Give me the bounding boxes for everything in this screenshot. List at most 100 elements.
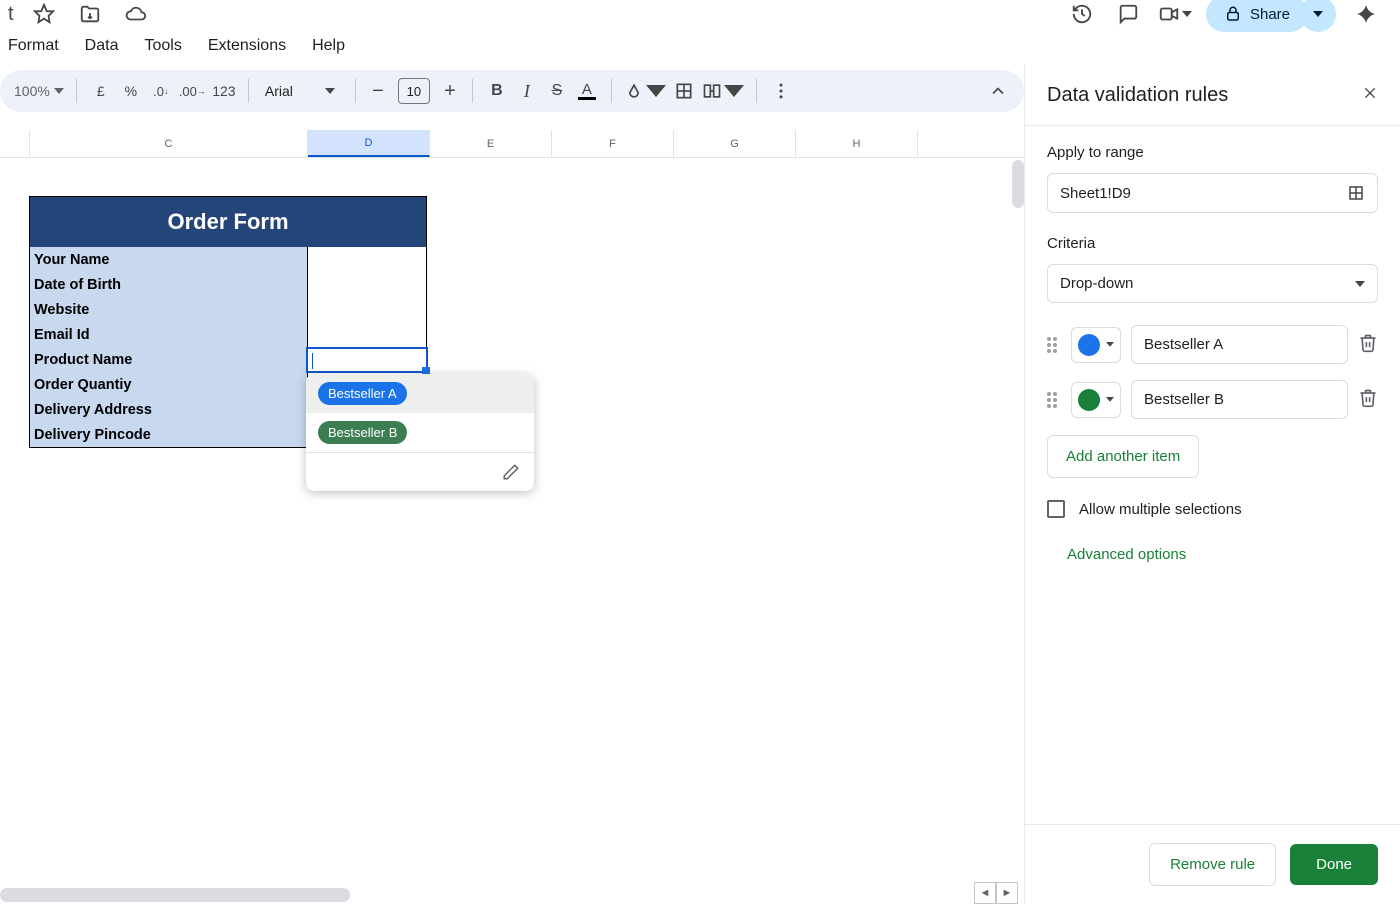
validation-item-row: Bestseller A bbox=[1047, 325, 1378, 364]
chip-bestseller-b: Bestseller B bbox=[318, 421, 407, 444]
checkbox-icon bbox=[1047, 500, 1065, 518]
col-header-e[interactable]: E bbox=[430, 130, 552, 157]
chevron-down-icon bbox=[1355, 281, 1365, 287]
active-cell-d9[interactable] bbox=[306, 347, 428, 373]
criteria-dropdown[interactable]: Drop-down bbox=[1047, 264, 1378, 303]
done-button[interactable]: Done bbox=[1290, 844, 1378, 885]
grid-select-icon bbox=[1347, 184, 1365, 202]
italic-button[interactable]: I bbox=[515, 77, 539, 105]
delete-item-button[interactable] bbox=[1358, 388, 1378, 411]
advanced-options-toggle[interactable]: Advanced options bbox=[1047, 546, 1378, 563]
color-swatch bbox=[1078, 334, 1100, 356]
star-icon[interactable] bbox=[28, 0, 60, 30]
share-dropdown-button[interactable] bbox=[1300, 0, 1336, 32]
menu-data[interactable]: Data bbox=[83, 33, 121, 59]
merge-cells-button[interactable] bbox=[702, 77, 744, 105]
borders-button[interactable] bbox=[672, 77, 696, 105]
move-folder-icon[interactable] bbox=[74, 0, 106, 30]
doc-title-fragment: t bbox=[8, 3, 14, 26]
font-family-dropdown[interactable]: Arial bbox=[261, 83, 335, 99]
form-label: Product Name bbox=[30, 347, 308, 372]
apply-range-label: Apply to range bbox=[1047, 144, 1378, 161]
form-label: Delivery Pincode bbox=[30, 422, 308, 447]
form-label: Your Name bbox=[30, 247, 308, 272]
validation-item-row: Bestseller B bbox=[1047, 380, 1378, 419]
dropdown-option[interactable]: Bestseller B bbox=[306, 413, 534, 452]
bold-button[interactable]: B bbox=[485, 77, 509, 105]
dropdown-edit-button[interactable] bbox=[306, 452, 534, 491]
close-icon bbox=[1362, 85, 1378, 101]
font-size-input[interactable]: 10 bbox=[398, 78, 430, 104]
col-header-g[interactable]: G bbox=[674, 130, 796, 157]
col-header-f[interactable]: F bbox=[552, 130, 674, 157]
dropdown-popup: Bestseller A Bestseller B bbox=[306, 374, 534, 491]
zoom-dropdown[interactable]: 100% bbox=[14, 83, 64, 99]
panel-title: Data validation rules bbox=[1047, 84, 1228, 107]
form-label: Website bbox=[30, 297, 308, 322]
item-name-input[interactable]: Bestseller A bbox=[1131, 325, 1348, 364]
cloud-status-icon[interactable] bbox=[120, 0, 152, 30]
decrease-font-size[interactable]: − bbox=[368, 80, 388, 103]
col-header-d[interactable]: D bbox=[308, 130, 430, 157]
chip-bestseller-a: Bestseller A bbox=[318, 382, 407, 405]
add-another-item-button[interactable]: Add another item bbox=[1047, 435, 1199, 478]
drag-handle[interactable] bbox=[1047, 392, 1061, 408]
horizontal-scrollbar[interactable] bbox=[0, 888, 350, 902]
form-label: Delivery Address bbox=[30, 397, 308, 422]
collapse-toolbar-button[interactable] bbox=[986, 77, 1010, 105]
spreadsheet-area[interactable]: C D E F G H Order Form Your Name Date of… bbox=[0, 118, 1024, 906]
drag-handle[interactable] bbox=[1047, 337, 1061, 353]
increase-font-size[interactable]: + bbox=[440, 80, 460, 103]
allow-multiple-label: Allow multiple selections bbox=[1079, 501, 1242, 518]
color-swatch bbox=[1078, 389, 1100, 411]
dropdown-option[interactable]: Bestseller A bbox=[306, 374, 534, 413]
col-header-c[interactable]: C bbox=[30, 130, 308, 157]
menu-extensions[interactable]: Extensions bbox=[206, 33, 288, 59]
sheet-nav: ◄ ► bbox=[974, 882, 1018, 904]
range-value: Sheet1!D9 bbox=[1060, 185, 1131, 202]
form-label: Order Quantiy bbox=[30, 372, 308, 397]
share-label: Share bbox=[1250, 6, 1290, 23]
vertical-scrollbar[interactable] bbox=[1012, 160, 1024, 208]
item-color-picker[interactable] bbox=[1071, 327, 1121, 363]
remove-rule-button[interactable]: Remove rule bbox=[1149, 843, 1276, 886]
col-header-h[interactable]: H bbox=[796, 130, 918, 157]
trash-icon bbox=[1358, 388, 1378, 408]
item-name-input[interactable]: Bestseller B bbox=[1131, 380, 1348, 419]
percent-format-button[interactable]: % bbox=[119, 77, 143, 105]
zoom-value: 100% bbox=[14, 83, 50, 99]
history-icon[interactable] bbox=[1066, 0, 1098, 30]
form-label: Email Id bbox=[30, 322, 308, 347]
currency-format-button[interactable]: £ bbox=[89, 77, 113, 105]
more-toolbar-button[interactable] bbox=[769, 77, 793, 105]
form-title: Order Form bbox=[30, 197, 426, 247]
allow-multiple-checkbox[interactable]: Allow multiple selections bbox=[1047, 500, 1378, 518]
column-headers: C D E F G H bbox=[0, 130, 1024, 158]
sheet-nav-right[interactable]: ► bbox=[996, 882, 1018, 904]
gemini-icon[interactable] bbox=[1350, 0, 1382, 30]
data-validation-panel: Data validation rules Apply to range She… bbox=[1024, 64, 1400, 904]
more-formats-button[interactable]: 123 bbox=[212, 77, 236, 105]
comments-icon[interactable] bbox=[1112, 0, 1144, 30]
pencil-icon bbox=[502, 463, 520, 481]
menu-format[interactable]: Format bbox=[6, 33, 61, 59]
share-button[interactable]: Share bbox=[1206, 0, 1308, 32]
menu-tools[interactable]: Tools bbox=[142, 33, 183, 59]
strikethrough-button[interactable]: S bbox=[545, 77, 569, 105]
sheet-nav-left[interactable]: ◄ bbox=[974, 882, 996, 904]
delete-item-button[interactable] bbox=[1358, 333, 1378, 356]
criteria-label: Criteria bbox=[1047, 235, 1378, 252]
text-color-button[interactable]: A bbox=[575, 77, 599, 105]
trash-icon bbox=[1358, 333, 1378, 353]
meet-icon[interactable] bbox=[1158, 0, 1192, 30]
font-family-value: Arial bbox=[261, 83, 297, 99]
fill-color-button[interactable] bbox=[624, 77, 666, 105]
item-color-picker[interactable] bbox=[1071, 382, 1121, 418]
increase-decimal-button[interactable]: .00→ bbox=[179, 77, 206, 105]
close-panel-button[interactable] bbox=[1362, 84, 1378, 107]
menu-help[interactable]: Help bbox=[310, 33, 347, 59]
decrease-decimal-button[interactable]: .0↓ bbox=[149, 77, 173, 105]
apply-range-input[interactable]: Sheet1!D9 bbox=[1047, 173, 1378, 213]
form-label: Date of Birth bbox=[30, 272, 308, 297]
title-bar: t Share bbox=[0, 0, 1400, 28]
